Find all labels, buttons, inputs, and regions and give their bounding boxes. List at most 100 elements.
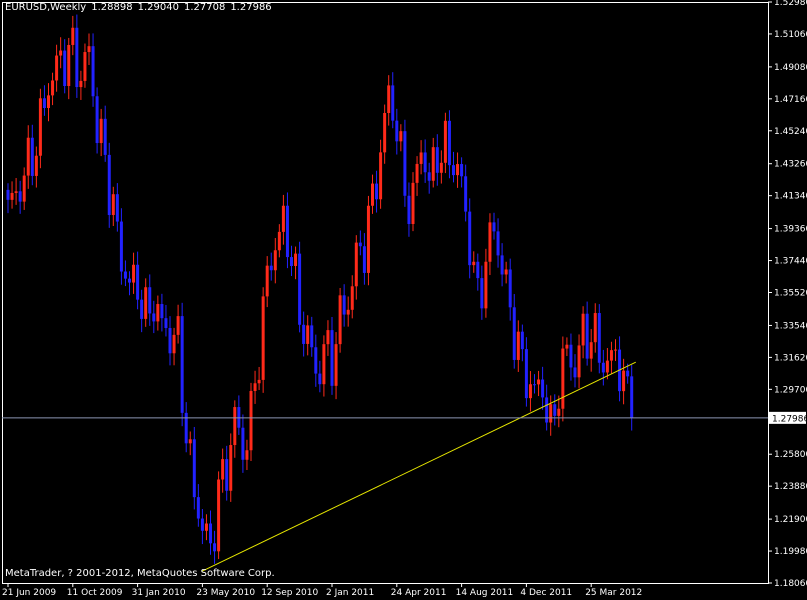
candle-body (196, 497, 200, 519)
copyright-text: MetaTrader, ? 2001-2012, MetaQuotes Soft… (5, 568, 275, 579)
y-tick-label: 1.52980 (774, 0, 807, 8)
candle (379, 139, 383, 209)
candle (476, 253, 480, 291)
candle-body (298, 253, 302, 325)
candle-body (10, 192, 14, 200)
candle (265, 256, 269, 308)
y-tick-label: 1.37440 (774, 257, 807, 267)
y-tick-label: 1.51060 (774, 30, 807, 40)
candle (6, 183, 10, 214)
candle (439, 150, 443, 184)
candle-body (334, 344, 338, 386)
candle-body (111, 194, 115, 216)
candle (294, 246, 298, 280)
x-axis: 21 Jun 2009 11 Oct 2009 31 Jan 2010 23 May … (2, 583, 642, 598)
candle (460, 157, 464, 188)
candle-body (233, 407, 237, 446)
candle (452, 151, 455, 183)
candle (298, 241, 302, 333)
candle-body (180, 316, 184, 413)
candle (419, 140, 423, 175)
candle-body (589, 342, 593, 359)
candle-body (83, 52, 87, 81)
y-tick-label: 1.43260 (774, 160, 807, 170)
candle-body (47, 95, 50, 108)
candle-body (192, 439, 196, 498)
candle-body (265, 265, 269, 297)
x-tick-label: 25 Mar 2012 (585, 588, 642, 598)
candle (423, 139, 427, 183)
candles-group (6, 14, 634, 564)
candle (415, 156, 419, 196)
candle (180, 302, 184, 427)
candle (399, 124, 403, 152)
candle (622, 358, 626, 405)
candle-body (435, 147, 439, 173)
candle-body (160, 304, 164, 319)
candlestick-chart[interactable]: 1.27986 1.52980 1.51060 1.49080 1.47160 1.45… (0, 0, 807, 600)
candle-body (375, 183, 379, 200)
candle-body (136, 264, 140, 300)
candle-body (391, 85, 395, 121)
candle-body (597, 313, 601, 363)
candle-body (26, 137, 30, 176)
candle (589, 329, 593, 372)
y-tick-label: 1.41340 (774, 192, 807, 202)
candle-body (87, 46, 91, 53)
candle-body (395, 120, 399, 142)
candle (565, 337, 569, 357)
candle (38, 88, 42, 169)
y-tick-label: 1.25800 (774, 450, 807, 460)
candle-body (221, 459, 225, 480)
candle-body (573, 367, 577, 378)
candle (213, 530, 217, 564)
candle-body (128, 278, 131, 283)
chart-window[interactable]: 1.27986 1.52980 1.51060 1.49080 1.47160 1.45… (0, 0, 807, 600)
candle-body (261, 296, 265, 380)
candle (630, 364, 634, 431)
candle (156, 295, 160, 331)
candle-body (164, 318, 168, 329)
candle-body (342, 295, 346, 315)
candle-body (200, 518, 204, 531)
y-tick-label: 1.29700 (774, 385, 807, 395)
candle (500, 243, 504, 287)
candle (330, 316, 334, 395)
candle (492, 212, 496, 240)
candle (111, 186, 115, 226)
candle (318, 360, 322, 393)
candle-body (549, 404, 553, 423)
current-price-label: 1.27986 (772, 414, 807, 424)
candle (577, 334, 581, 389)
candle-body (51, 80, 55, 96)
candle (391, 72, 395, 129)
candle (273, 237, 277, 284)
candle-body (419, 152, 423, 164)
candle-body (460, 164, 464, 177)
y-tick-label: 1.31620 (774, 353, 807, 363)
candle-body (609, 350, 613, 361)
candle (196, 484, 200, 527)
candle-body (6, 189, 10, 200)
candle (217, 471, 221, 560)
candle-body (480, 278, 484, 309)
candle (55, 44, 59, 92)
candle (472, 251, 476, 273)
candle-body (605, 360, 609, 373)
trendline (201, 361, 636, 572)
candle-body (464, 176, 468, 212)
candle (71, 15, 75, 56)
candle-body (379, 152, 383, 200)
candle-body (55, 55, 59, 81)
candle (277, 224, 281, 258)
candle-body (322, 344, 326, 385)
candle-body (362, 246, 366, 273)
candle (496, 218, 500, 268)
candle (516, 320, 520, 372)
candle (103, 105, 107, 162)
candle (51, 72, 55, 106)
candle-body (132, 264, 136, 283)
candle (241, 414, 245, 473)
candle (132, 252, 136, 294)
candle-body (520, 331, 524, 350)
